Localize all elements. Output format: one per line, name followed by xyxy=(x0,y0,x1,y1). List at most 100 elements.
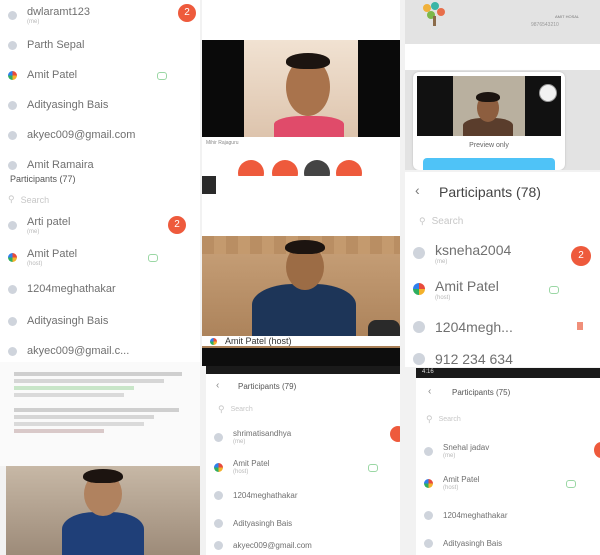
search-icon: ⚲ xyxy=(8,194,15,204)
participant-video xyxy=(274,50,344,137)
video-divider xyxy=(202,176,400,236)
avatar xyxy=(424,478,433,488)
preview-card: Preview only xyxy=(413,72,565,170)
video-tile-bottom-left xyxy=(6,466,200,555)
participant-row[interactable]: 1204meghathakar xyxy=(0,274,200,304)
participant-name: 1204meghathakar xyxy=(233,490,298,500)
avatar xyxy=(8,284,17,294)
search-input[interactable]: ⚲ Search xyxy=(419,216,463,227)
preview-panel: AMIT HOSAL 9876543210 Preview only xyxy=(405,0,600,170)
participant-row[interactable]: shrimatisandhya (me) xyxy=(206,422,400,452)
participant-row[interactable]: akyec009@gmail.c... xyxy=(0,336,200,362)
video-button[interactable] xyxy=(272,160,298,176)
tree-logo-icon xyxy=(421,2,447,26)
join-button[interactable] xyxy=(423,158,555,170)
back-icon[interactable]: ‹ xyxy=(216,380,219,391)
mic-icon xyxy=(549,286,559,294)
avatar xyxy=(8,40,17,50)
notification-badge: 2 xyxy=(178,4,196,22)
participants-panel-left-middle: Participants (77) ⚲ Search Arti patel (me… xyxy=(0,172,200,362)
avatar xyxy=(8,220,17,230)
brand-text: AMIT HOSAL xyxy=(555,14,580,19)
avatar xyxy=(214,432,223,442)
more-button[interactable] xyxy=(336,160,362,176)
mute-button[interactable] xyxy=(238,160,264,176)
participants-panel-right: ‹ Participants (78) ⚲ Search ksneha2004(… xyxy=(405,172,600,367)
participant-row[interactable]: 1204megh... xyxy=(405,310,600,344)
participant-row[interactable]: Amit Patel xyxy=(0,60,200,90)
avatar xyxy=(214,462,223,472)
participant-row[interactable]: Snehal jadav (me) xyxy=(416,436,600,466)
preview-label: Preview only xyxy=(469,142,509,149)
back-icon[interactable]: ‹ xyxy=(415,182,420,198)
participant-name: Amit Patel xyxy=(27,247,78,260)
mic-icon xyxy=(368,464,378,472)
document-snippet xyxy=(0,362,200,466)
participant-name: 1204meghathakar xyxy=(443,510,508,520)
participant-name: dwlaramt123 xyxy=(27,5,90,18)
brand-subtext: 9876543210 xyxy=(531,22,559,28)
participants-panel-bottom-middle: ‹ Participants (79) ⚲ Search shrimatisan… xyxy=(206,366,400,555)
participant-row[interactable]: 1204meghathakar xyxy=(416,500,600,530)
participant-name: Amit Patel xyxy=(233,459,270,468)
participant-name: akyec009@gmail.com xyxy=(233,540,312,550)
participant-name: Adityasingh Bais xyxy=(27,99,109,111)
participant-name: akyec009@gmail.c... xyxy=(27,345,130,357)
search-icon: ⚲ xyxy=(426,414,433,424)
avatar xyxy=(214,490,223,500)
participant-name: 1204megh... xyxy=(435,319,513,335)
participant-name: Adityasingh Bais xyxy=(27,315,109,327)
participant-video xyxy=(58,466,148,555)
participant-row[interactable]: Adityasingh Bais xyxy=(0,306,200,336)
participant-name: 1204meghathakar xyxy=(27,283,116,295)
participant-row[interactable]: akyec009@gmail.com xyxy=(206,530,400,555)
video-off-icon xyxy=(577,322,583,330)
avatar xyxy=(8,160,17,170)
avatar xyxy=(424,510,433,520)
participant-row[interactable]: Adityasingh Bais xyxy=(416,528,600,555)
participant-row[interactable]: dwlaramt123 (me) xyxy=(0,0,200,30)
avatar xyxy=(424,446,433,456)
participant-name: Adityasingh Bais xyxy=(233,518,293,528)
participant-name: ksneha2004 xyxy=(435,241,512,258)
participants-button[interactable] xyxy=(304,160,330,176)
avatar xyxy=(413,283,425,295)
close-icon[interactable] xyxy=(539,84,557,102)
participant-row[interactable]: Amit Patel (host) xyxy=(0,242,200,272)
search-input[interactable]: ⚲ Search xyxy=(218,404,253,415)
avatar xyxy=(413,247,425,259)
notification-badge xyxy=(390,426,400,442)
search-input[interactable]: ⚲ Search xyxy=(426,414,461,425)
video-tile-top: Mihir Rajaguru xyxy=(202,0,400,176)
avatar xyxy=(8,100,17,110)
video-tile-host: Amit Patel (host) xyxy=(202,236,400,366)
participant-row[interactable]: Amit Patel (host) xyxy=(405,272,600,306)
avatar xyxy=(8,130,17,140)
avatar xyxy=(8,10,17,20)
video-caption: Amit Patel (host) xyxy=(210,336,292,346)
panel-title: Participants (79) xyxy=(238,382,297,391)
avatar xyxy=(413,321,425,333)
panel-title: Participants (75) xyxy=(452,388,511,397)
avatar xyxy=(424,538,433,548)
avatar xyxy=(214,540,223,550)
participant-name: Amit Patel xyxy=(27,69,78,81)
status-time: 4:16 xyxy=(422,369,434,375)
participant-name: shrimatisandhya xyxy=(233,429,292,438)
mic-icon xyxy=(566,480,576,488)
participant-name: akyec009@gmail.com xyxy=(27,129,136,141)
status-bar: 4:16 xyxy=(416,368,600,378)
notification-badge: 2 xyxy=(168,216,186,234)
mic-icon xyxy=(157,72,167,80)
mic-icon xyxy=(148,254,158,262)
participants-panel-bottom-right: 4:16 ‹ Participants (75) ⚲ Search Snehal… xyxy=(416,368,600,555)
participant-name: Amit Ramaira xyxy=(27,159,94,171)
participants-panel-top-left: dwlaramt123 (me) 2 Parth Sepal Amit Patel… xyxy=(0,0,200,176)
participant-row[interactable]: 1204meghathakar xyxy=(206,480,400,510)
participant-row[interactable]: Adityasingh Bais xyxy=(0,90,200,120)
participant-row[interactable]: akyec009@gmail.com xyxy=(0,120,200,150)
back-icon[interactable]: ‹ xyxy=(428,386,431,397)
search-input[interactable]: ⚲ Search xyxy=(8,194,49,205)
participant-row[interactable]: 912 234 634 xyxy=(405,344,600,367)
participant-row[interactable]: Parth Sepal xyxy=(0,30,200,60)
